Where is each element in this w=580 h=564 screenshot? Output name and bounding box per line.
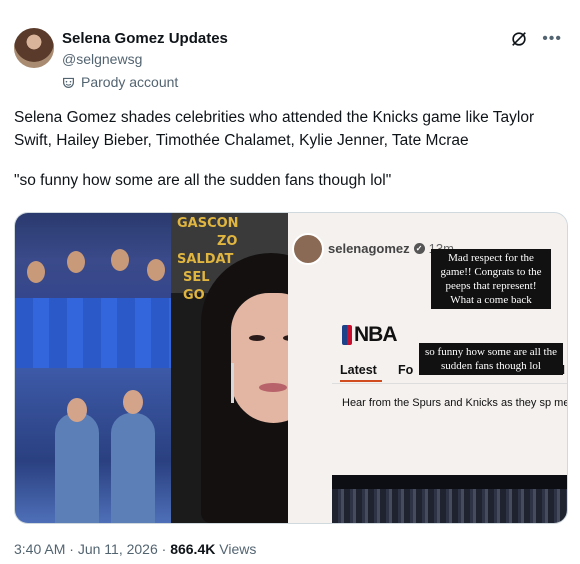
story-tab-fo: Fo — [398, 363, 414, 377]
tweet-date[interactable]: Jun 11, 2026 — [78, 541, 158, 557]
photo-celebrities-courtside — [15, 213, 171, 368]
views-count: 866.4K — [170, 541, 216, 557]
parody-mask-icon — [63, 77, 74, 88]
tweet-text-line-1: Selena Gomez shades celebrities who atte… — [14, 109, 535, 149]
story-avatar — [292, 233, 324, 265]
nba-mark-icon — [342, 325, 352, 345]
avatar[interactable] — [14, 28, 54, 68]
photo-fans-cheering — [15, 368, 171, 523]
divider — [332, 383, 567, 384]
display-name[interactable]: Selena Gomez Updates — [62, 30, 228, 47]
tweet-meta: 3:40 AM · Jun 11, 2026 · 866.4K Views — [14, 541, 257, 557]
story-headline: Hear from the Spurs and Knicks as they s… — [342, 397, 567, 409]
top-actions: ••• — [510, 30, 562, 48]
nba-logo: NBA — [342, 323, 397, 347]
arena-photo — [332, 475, 567, 523]
views-label: Views — [219, 541, 257, 557]
parody-label: Parody account — [62, 74, 178, 90]
tab-underline — [340, 380, 382, 382]
verified-icon: ✓ — [413, 243, 425, 254]
story-tab-latest: Latest — [340, 363, 377, 377]
more-icon[interactable]: ••• — [542, 31, 562, 47]
photo-selena-portrait: GASCON ZO SALDAT SEL GO — [171, 213, 341, 523]
tweet-text-line-2: "so funny how some are all the sudden fa… — [14, 172, 392, 189]
grok-icon[interactable] — [510, 30, 528, 48]
story-sticker-2: so funny how some are all the sudden fan… — [419, 343, 563, 375]
handle[interactable]: @selgnewsg — [62, 51, 142, 67]
story-username: selenagomez — [328, 241, 410, 256]
tweet-media[interactable]: GASCON ZO SALDAT SEL GO selenagomez ✓ 13… — [14, 212, 568, 524]
story-sticker-1: Mad respect for the game!! Congrats to t… — [431, 249, 551, 309]
story-screenshot: selenagomez ✓ 13m NBA Latest Fo N Hear f… — [288, 213, 567, 523]
tweet-time[interactable]: 3:40 AM — [14, 541, 65, 557]
parody-text: Parody account — [81, 74, 179, 90]
tweet-text: Selena Gomez shades celebrities who atte… — [14, 106, 570, 192]
